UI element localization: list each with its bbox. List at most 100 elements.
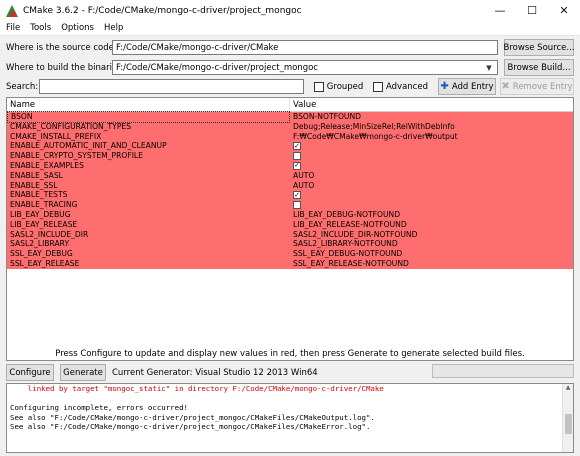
configure-button[interactable]: Configure [6,364,54,381]
title-bar: CMake 3.6.2 - F:/Code/CMake/mongo-c-driv… [0,0,580,21]
scroll-up-icon[interactable]: ▲ [563,384,573,394]
log-line: See also "F:/Code/CMake/mongo-c-driver/p… [10,412,375,422]
table-row[interactable]: ENABLE_AUTOMATIC_INIT_AND_CLEANUP ✓ [7,141,573,152]
table-row[interactable]: CMAKE_INSTALL_PREFIX F:₩Code₩CMake₩mongo-… [7,131,573,142]
cell-name: ENABLE_TESTS [10,190,68,200]
search-input[interactable] [38,79,305,94]
cell-value-checkbox[interactable]: ✓ [290,191,573,200]
table-row[interactable]: ENABLE_CRYPTO_SYSTEM_PROFILE [7,151,573,161]
cell-value-checkbox[interactable] [290,201,573,210]
progress-bar [432,364,574,378]
menu-options[interactable]: Options [56,23,99,33]
cell-value[interactable]: LIB_EAY_DEBUG-NOTFOUND [290,210,573,220]
cell-name: ENABLE_SSL [10,180,58,190]
cell-name: SASL2_INCLUDE_DIR [10,229,89,239]
table-row[interactable]: LIB_EAY_RELEASE LIB_EAY_RELEASE-NOTFOUND [7,219,573,230]
cell-name: SSL_EAY_DEBUG [10,249,73,259]
cell-value-checkbox[interactable] [290,152,573,161]
cell-value[interactable]: BSON-NOTFOUND [290,112,573,122]
table-row[interactable]: SASL2_INCLUDE_DIR SASL2_INCLUDE_DIR-NOTFO… [7,229,573,240]
plus-icon: ✚ [440,81,449,92]
log-line: Configuring incomplete, errors occurred! [10,403,188,413]
advanced-checkbox[interactable] [373,81,383,92]
table-row[interactable]: ENABLE_SSL AUTO [7,180,573,191]
cmake-logo-icon [6,4,18,17]
advanced-label: Advanced [386,81,428,92]
cell-name: CMAKE_INSTALL_PREFIX [10,131,102,141]
cell-value[interactable]: LIB_EAY_RELEASE-NOTFOUND [290,220,573,230]
table-row[interactable]: ENABLE_EXAMPLES ✓ [7,160,573,171]
grouped-label: Grouped [326,81,364,92]
checkmark-icon[interactable]: ✓ [293,191,301,200]
empty-checkbox-icon[interactable] [293,201,301,210]
scroll-thumb[interactable] [565,414,572,434]
cell-name: LIB_EAY_RELEASE [10,219,78,229]
cell-name: ENABLE_EXAMPLES [10,160,84,170]
browse-source-button[interactable]: Browse Source... [504,39,574,56]
column-header-value[interactable]: Value [290,98,316,111]
search-label: Search: [6,81,39,92]
table-header: Name Value [7,98,573,112]
cell-value[interactable]: F:₩Code₩CMake₩mongo-c-driver₩output [290,132,573,142]
menu-file[interactable]: File [0,23,25,33]
output-scrollbar[interactable]: ▲ [562,384,573,452]
cell-value-checkbox[interactable]: ✓ [290,161,573,170]
source-row: Where is the source code: F:/Code/CMake/… [6,39,574,56]
log-line: linked by target "mongoc_static" in dire… [10,384,384,393]
source-label: Where is the source code: [6,42,117,53]
cell-value[interactable]: SASL2_INCLUDE_DIR-NOTFOUND [290,230,573,240]
build-row: Where to build the binaries: F:/Code/CMa… [6,59,574,76]
window-title: CMake 3.6.2 - F:/Code/CMake/mongo-c-driv… [23,5,302,16]
cell-name: ENABLE_AUTOMATIC_INIT_AND_CLEANUP [10,141,167,151]
table-row[interactable]: BSON BSON-NOTFOUND [7,111,573,123]
cell-value[interactable]: SASL2_LIBRARY-NOTFOUND [290,239,573,249]
remove-entry-label: Remove Entry [512,81,573,92]
grouped-checkbox[interactable] [314,81,324,92]
add-entry-label: Add Entry [451,81,494,92]
cell-name: SSL_EAY_RELEASE [10,258,80,268]
current-generator-label: Current Generator: Visual Studio 12 2013… [112,367,318,378]
close-button[interactable]: ✕ [548,0,580,21]
chevron-down-icon[interactable]: ▼ [484,64,494,72]
output-lines: linked by target "mongoc_static" in dire… [7,384,573,432]
cell-name: CMAKE_CONFIGURATION_TYPES [10,121,132,131]
browse-build-button[interactable]: Browse Build... [504,59,574,76]
cell-name: SASL2_LIBRARY [10,239,70,249]
menu-bar: File Tools Options Help [0,21,580,36]
cell-value[interactable]: Debug;Release;MinSizeRel;RelWithDebInfo [290,122,573,132]
maximize-button[interactable]: ☐ [516,0,548,21]
cell-value[interactable]: SSL_EAY_DEBUG-NOTFOUND [290,249,573,259]
hint-text: Press Configure to update and display ne… [55,349,525,359]
remove-entry-button[interactable]: ✖ Remove Entry [500,78,574,95]
column-header-name[interactable]: Name [7,98,290,111]
table-row[interactable]: SSL_EAY_DEBUG SSL_EAY_DEBUG-NOTFOUND [7,249,573,259]
cell-name: ENABLE_CRYPTO_SYSTEM_PROFILE [10,151,143,161]
minimize-button[interactable]: — [484,0,516,21]
search-row: Search: Grouped Advanced ✚ Add Entry ✖ R… [6,78,574,95]
table-row[interactable]: ENABLE_SASL AUTO [7,170,573,181]
cell-value[interactable]: SSL_EAY_RELEASE-NOTFOUND [290,259,573,269]
table-row[interactable]: SSL_EAY_RELEASE SSL_EAY_RELEASE-NOTFOUND [7,258,573,269]
table-row[interactable]: ENABLE_TESTS ✓ [7,190,573,201]
menu-tools[interactable]: Tools [25,23,56,33]
build-path-combo[interactable]: F:/Code/CMake/mongo-c-driver/project_mon… [112,60,498,75]
checkmark-icon[interactable]: ✓ [293,142,301,151]
checkmark-icon[interactable]: ✓ [293,161,301,170]
add-entry-button[interactable]: ✚ Add Entry [438,78,496,95]
table-row[interactable]: SASL2_LIBRARY SASL2_LIBRARY-NOTFOUND [7,239,573,250]
menu-help[interactable]: Help [99,23,128,33]
empty-checkbox-icon[interactable] [293,152,301,161]
cell-name: ENABLE_SASL [10,170,63,180]
table-row[interactable]: LIB_EAY_DEBUG LIB_EAY_DEBUG-NOTFOUND [7,209,573,220]
minus-icon: ✖ [501,81,510,92]
table-row[interactable]: ENABLE_TRACING [7,200,573,210]
cell-value[interactable]: AUTO [290,181,573,191]
output-log[interactable]: linked by target "mongoc_static" in dire… [6,383,574,453]
cell-value[interactable]: AUTO [290,171,573,181]
cell-name: ENABLE_TRACING [10,200,78,210]
table-row[interactable]: CMAKE_CONFIGURATION_TYPES Debug;Release;M… [7,121,573,132]
build-path-value: F:/Code/CMake/mongo-c-driver/project_mon… [116,62,318,73]
source-path-input[interactable]: F:/Code/CMake/mongo-c-driver/CMake [112,40,498,55]
cell-value-checkbox[interactable]: ✓ [290,142,573,151]
generate-button[interactable]: Generate [60,364,106,381]
